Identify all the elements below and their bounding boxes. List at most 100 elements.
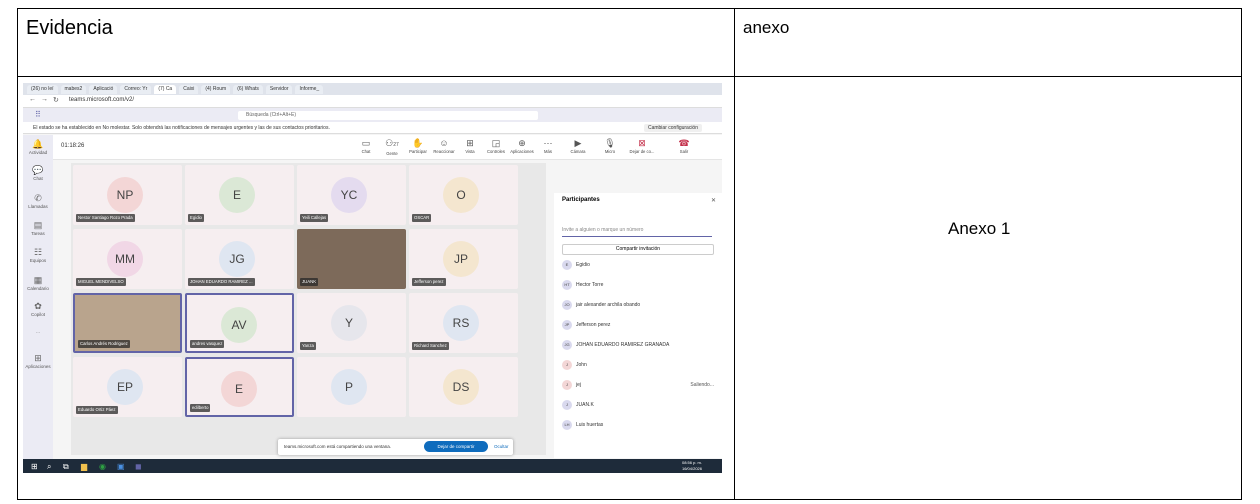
task-view-icon[interactable]: ⧉ xyxy=(63,462,69,472)
chrome-icon[interactable]: ◉ xyxy=(99,462,106,471)
participant-row[interactable]: JP Jefferson perez xyxy=(562,319,718,331)
store-icon[interactable]: ▣ xyxy=(117,462,125,471)
file-explorer-icon[interactable]: ▆ xyxy=(81,462,87,471)
participant-tile[interactable]: YC Yeili Callejas xyxy=(297,165,406,225)
change-settings-button[interactable]: Cambiar configuración xyxy=(643,124,702,132)
search-icon[interactable]: ⌕ xyxy=(47,462,51,472)
windows-taskbar: ⊞ ⌕ ⧉ ▆ ◉ ▣ ◼ 08:56 p. m. 16/04/2026 xyxy=(23,459,722,473)
reload-icon[interactable]: ↻ xyxy=(53,96,59,104)
rail-tasks[interactable]: ▤ Tareas xyxy=(23,220,53,236)
participant-tile[interactable]: Eedilberto xyxy=(185,357,294,417)
raise-hand-button[interactable]: ✋ Participar xyxy=(405,138,431,154)
tile-name: Egidio xyxy=(188,214,204,222)
back-icon[interactable]: ← xyxy=(29,96,36,103)
browser-tab[interactable]: Correo: Yr xyxy=(120,84,152,94)
participant-tile[interactable]: MM MIGUEL MENDIVELSO xyxy=(73,229,182,289)
participant-tile[interactable]: RS Richard Sanchez xyxy=(409,293,518,353)
teams-screenshot: (26) no leí mabes2 Aplicació Correo: Yr … xyxy=(23,83,722,473)
participant-tile[interactable]: JP Jefferson perez xyxy=(409,229,518,289)
participant-row[interactable]: JG JOHAN EDUARDO RAMIREZ GRANADA xyxy=(562,339,718,351)
browser-tab[interactable]: Servidor xyxy=(265,84,293,94)
tile-name: edilberto xyxy=(190,404,211,412)
participant-row[interactable]: HT Hector Torre xyxy=(562,279,718,291)
view-button[interactable]: ⊞ Vista xyxy=(457,138,483,154)
browser-tab[interactable]: Informe_ xyxy=(295,84,324,94)
rail-calendar[interactable]: ▦ Calendario xyxy=(23,275,53,291)
url-text[interactable]: teams.microsoft.com/v2/ xyxy=(69,97,134,103)
invite-search-input[interactable]: Invite a alguien o marque un número xyxy=(562,227,712,237)
chat-icon: ▭ xyxy=(361,138,371,148)
apps-icon: ⊞ xyxy=(34,353,42,363)
browser-tab-active[interactable]: (7) Ca xyxy=(154,84,177,94)
grid-icon: ⊞ xyxy=(466,138,474,148)
address-bar[interactable]: ← → ↻ teams.microsoft.com/v2/ xyxy=(23,95,722,108)
browser-tab[interactable]: (6) Whats xyxy=(233,84,263,94)
rail-more[interactable]: ... xyxy=(23,329,53,334)
participant-video-tile[interactable]: Carlos Andrés Rodriguez xyxy=(73,293,182,353)
tile-name: JOHAN EDUARDO RAMIREZ ... xyxy=(188,278,255,286)
browser-tab[interactable]: (4) Roum xyxy=(201,84,231,94)
rail-chat[interactable]: 💬 Chat xyxy=(23,165,53,181)
participant-tile[interactable]: E Egidio xyxy=(185,165,294,225)
leave-button[interactable]: ☎ Salir xyxy=(671,138,697,154)
participant-tile[interactable]: P xyxy=(297,357,406,417)
participant-tile[interactable]: O OSCAR xyxy=(409,165,518,225)
rail-copilot[interactable]: ✿ Copilot xyxy=(23,301,53,317)
participant-row[interactable]: Jjej Saliendo... xyxy=(562,379,718,391)
mic-button[interactable]: 🎙 Micro xyxy=(597,138,623,154)
windows-start-icon[interactable]: ⊞ xyxy=(31,462,38,471)
rail-apps[interactable]: ⊞ Aplicaciones xyxy=(23,353,53,369)
copilot-icon: ✿ xyxy=(34,301,42,311)
people-button[interactable]: ⚇27 Gente xyxy=(379,138,405,156)
participant-tile[interactable]: EP Eduardo Ortiz Páez xyxy=(73,357,182,417)
panel-title: Participantes xyxy=(562,197,600,203)
evidence-header: Evidencia xyxy=(26,17,113,39)
evidence-table: Evidencia anexo Anexo 1 (26) no leí mabe… xyxy=(17,8,1242,500)
participant-row[interactable]: E Egidio xyxy=(562,259,718,271)
participant-row[interactable]: JO jair alexander archila obando xyxy=(562,299,718,311)
app-grid-icon[interactable]: ⠿ xyxy=(35,110,41,119)
rail-activity[interactable]: 🔔 Actividad xyxy=(23,139,53,155)
participant-tile[interactable]: JG JOHAN EDUARDO RAMIREZ ... xyxy=(185,229,294,289)
chat-button[interactable]: ▭ Chat xyxy=(353,138,379,154)
tile-name: OSCAR xyxy=(412,214,432,222)
teams-top-bar: ⠿ Búsqueda (Ctrl+Alt+E) xyxy=(23,108,722,122)
stop-sharing-button[interactable]: ⊠ Dejar de co... xyxy=(629,138,655,154)
share-invite-button[interactable]: Compartir invitación xyxy=(562,244,714,255)
smile-icon: ☺ xyxy=(439,138,449,148)
camera-button[interactable]: ▶ Cámara xyxy=(565,138,591,154)
react-button[interactable]: ☺ Reaccionar xyxy=(431,138,457,154)
stop-sharing-button[interactable]: Dejar de compartir xyxy=(424,441,488,452)
tile-name: Carlos Andrés Rodriguez xyxy=(78,340,130,348)
hand-icon: ✋ xyxy=(412,138,424,148)
more-button[interactable]: ⋯ Más xyxy=(535,138,561,154)
participant-tile[interactable]: NP Nestor Santiago Rozo Prada xyxy=(73,165,182,225)
search-input[interactable]: Búsqueda (Ctrl+Alt+E) xyxy=(238,111,538,120)
rail-calls[interactable]: ✆ Llamadas xyxy=(23,193,53,209)
browser-tab[interactable]: (26) no leí xyxy=(27,84,58,94)
annex-label: Anexo 1 xyxy=(948,219,1011,238)
tile-name: Jefferson perez xyxy=(412,278,446,286)
participant-row[interactable]: J JUAN.K xyxy=(562,399,718,411)
forward-icon[interactable]: → xyxy=(41,96,48,103)
people-icon: ⚇27 xyxy=(385,138,399,148)
browser-tab[interactable]: mabes2 xyxy=(60,84,87,94)
close-icon[interactable]: ✕ xyxy=(711,197,716,204)
hide-link[interactable]: Ocultar xyxy=(494,444,509,449)
participant-tile[interactable]: Y Yanza xyxy=(297,293,406,353)
hangup-icon: ☎ xyxy=(678,138,690,148)
participant-tile[interactable]: DS xyxy=(409,357,518,417)
participant-tile[interactable]: AV andres vasquez xyxy=(185,293,294,353)
rail-teams[interactable]: ☷ Equipos xyxy=(23,247,53,263)
participant-video-tile[interactable]: JUANK xyxy=(297,229,406,289)
annex-header: anexo xyxy=(743,18,790,37)
apps-button[interactable]: ⊕ Aplicaciones xyxy=(509,138,535,154)
sharing-bar: teams.microsoft.com está compartiendo un… xyxy=(278,439,513,455)
participant-row[interactable]: LH Luis huertas xyxy=(562,419,718,431)
controls-button[interactable]: ◲ Controles xyxy=(483,138,509,154)
sharing-text: teams.microsoft.com está compartiendo un… xyxy=(284,444,392,449)
browser-tab[interactable]: Aplicació xyxy=(89,84,118,94)
browser-tab[interactable]: Caixi xyxy=(179,84,199,94)
participant-row[interactable]: J John xyxy=(562,359,718,371)
teams-taskbar-icon[interactable]: ◼ xyxy=(135,462,142,471)
